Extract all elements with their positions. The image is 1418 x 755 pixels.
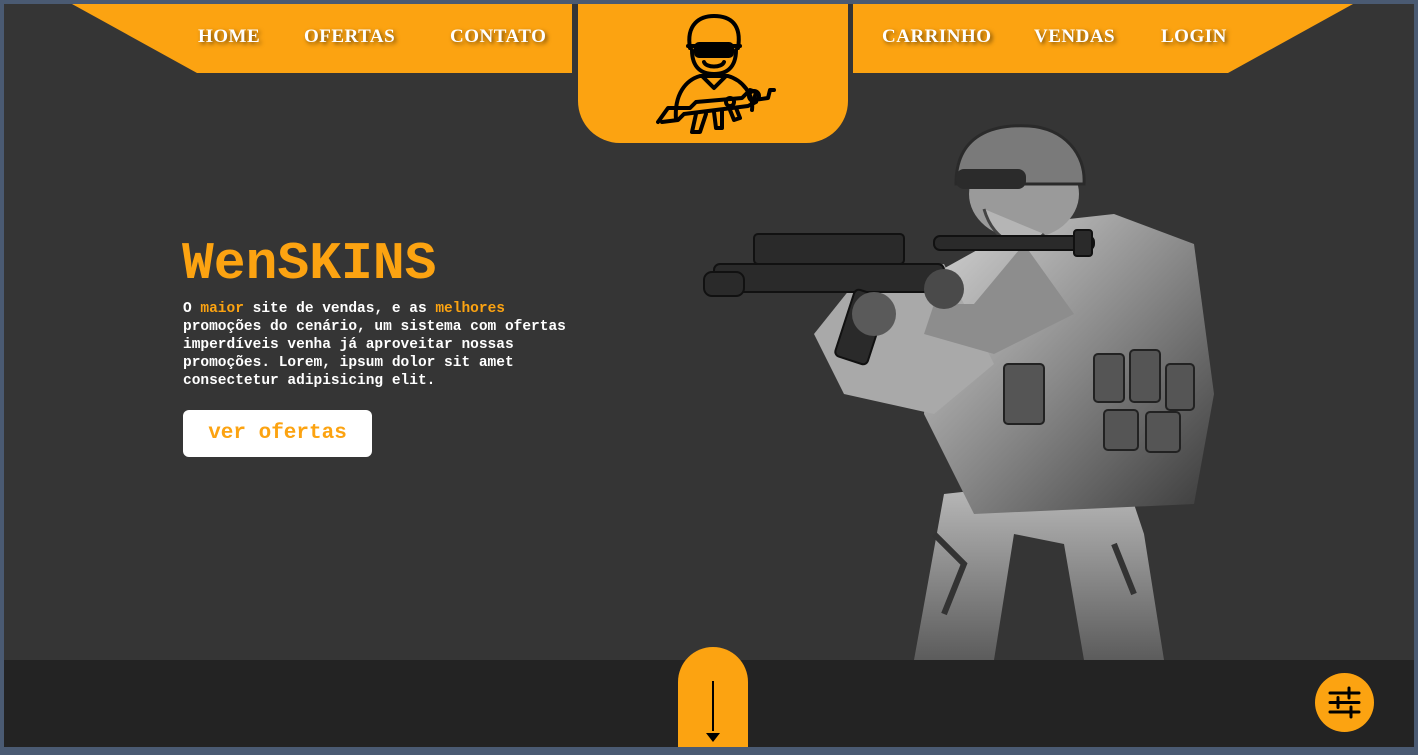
settings-button[interactable] <box>1315 673 1374 732</box>
hero-highlight-maior: maior <box>200 301 244 317</box>
ver-ofertas-button[interactable]: ver ofertas <box>183 410 372 457</box>
nav-vendas-link[interactable]: VENDAS <box>1034 26 1115 48</box>
hero-text-part: site de vendas, e as <box>243 301 436 317</box>
nav-ofertas-link[interactable]: OFERTAS <box>304 26 395 48</box>
hero-text-part: promoções do cenário, um sistema com ofe… <box>183 319 566 389</box>
nav-home-link[interactable]: HOME <box>198 26 260 48</box>
nav-carrinho-link[interactable]: CARRINHO <box>882 26 992 48</box>
hero-description: O maior site de vendas, e as melhores pr… <box>183 300 583 390</box>
hero-text-part: O <box>183 301 201 317</box>
sliders-icon <box>1328 686 1361 719</box>
page-frame: HOME OFERTAS CONTATO CARRINHO VENDAS LOG… <box>4 4 1414 747</box>
nav-contato-link[interactable]: CONTATO <box>450 26 546 48</box>
nav-right-banner: CARRINHO VENDAS LOGIN <box>853 4 1353 73</box>
nav-login-link[interactable]: LOGIN <box>1161 26 1227 48</box>
arrow-down-icon <box>706 681 720 742</box>
hero-highlight-melhores: melhores <box>435 301 505 317</box>
soldier-image <box>703 124 1214 660</box>
nav-left-banner: HOME OFERTAS CONTATO <box>72 4 572 73</box>
scroll-down-button[interactable] <box>678 647 748 747</box>
hero-title: WenSKINS <box>182 234 437 294</box>
